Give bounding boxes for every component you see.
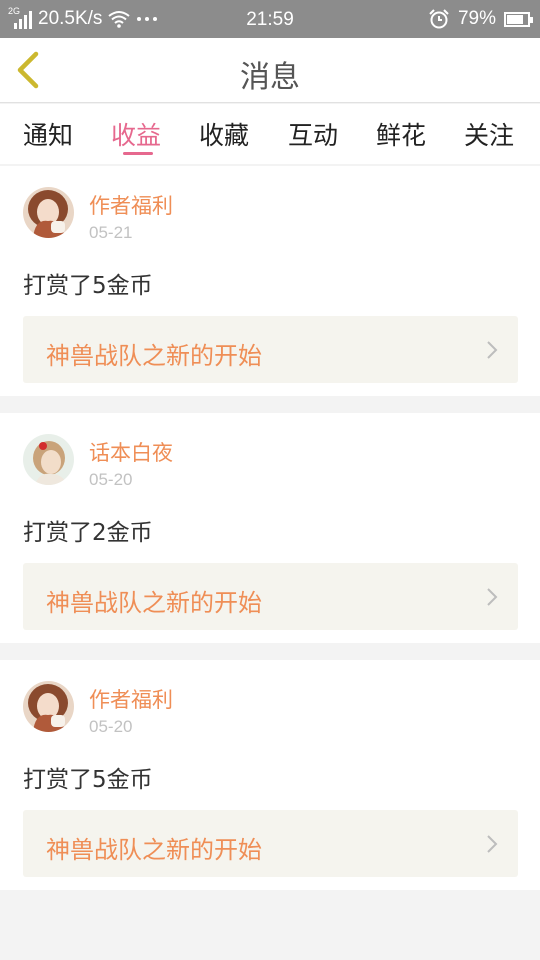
sender-name[interactable]: 作者福利	[89, 684, 173, 714]
message-card: 作者福利 05-20 打赏了5金币 神兽战队之新的开始	[0, 660, 540, 890]
page-title: 消息	[240, 60, 300, 95]
work-title: 神兽战队之新的开始	[46, 342, 262, 370]
message-text: 打赏了2金币	[23, 520, 153, 546]
message-date: 05-20	[89, 470, 133, 489]
work-title: 神兽战队之新的开始	[46, 836, 262, 864]
message-date: 05-20	[89, 717, 133, 736]
work-link[interactable]: 神兽战队之新的开始	[23, 316, 518, 383]
avatar[interactable]	[23, 681, 74, 732]
sender-name[interactable]: 话本白夜	[89, 437, 173, 467]
message-text: 打赏了5金币	[23, 767, 153, 793]
alarm-icon	[429, 9, 449, 29]
work-link[interactable]: 神兽战队之新的开始	[23, 563, 518, 630]
tab-following[interactable]: 关注	[464, 116, 514, 152]
message-card: 话本白夜 05-20 打赏了2金币 神兽战队之新的开始	[0, 413, 540, 643]
nav-bar: 消息	[0, 38, 540, 103]
tab-earnings[interactable]: 收益	[111, 116, 161, 152]
tab-flowers[interactable]: 鲜花	[376, 116, 426, 152]
tab-bar: 通知 收益 收藏 互动 鲜花 关注	[0, 104, 540, 164]
battery-icon	[504, 11, 533, 27]
status-bar: 2G 20.5K/s 21:59 79%	[0, 0, 540, 38]
tab-interactions[interactable]: 互动	[288, 116, 338, 152]
message-text: 打赏了5金币	[23, 273, 153, 299]
tab-notifications[interactable]: 通知	[23, 116, 73, 152]
active-tab-indicator	[123, 152, 153, 155]
message-date: 05-21	[89, 223, 133, 242]
battery-percent: 79%	[457, 8, 496, 29]
chevron-right-icon	[487, 835, 498, 853]
work-link[interactable]: 神兽战队之新的开始	[23, 810, 518, 877]
sender-name[interactable]: 作者福利	[89, 190, 173, 220]
tab-favorites[interactable]: 收藏	[199, 116, 249, 152]
avatar[interactable]	[23, 187, 74, 238]
work-title: 神兽战队之新的开始	[46, 589, 262, 617]
chevron-right-icon	[487, 341, 498, 359]
avatar[interactable]	[23, 434, 74, 485]
message-card: 作者福利 05-21 打赏了5金币 神兽战队之新的开始	[0, 166, 540, 396]
chevron-right-icon	[487, 588, 498, 606]
